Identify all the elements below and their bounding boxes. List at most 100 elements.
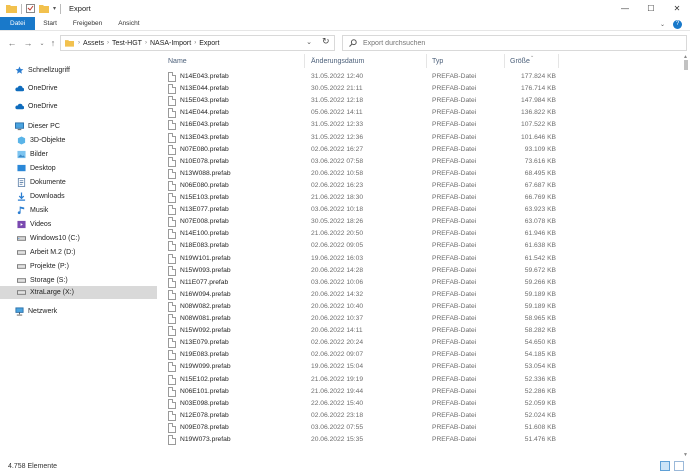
file-row[interactable]: N13E044.prefab 30.05.2022 21:11 PREFAB-Dat… [160, 83, 690, 95]
nav-item-downloads[interactable]: Downloads [0, 190, 157, 203]
nav-item-quick-access[interactable]: Schnellzugriff [0, 64, 157, 77]
file-row[interactable]: N13E079.prefab 02.06.2022 20:24 PREFAB-Dat… [160, 337, 690, 349]
scrollbar-thumb[interactable] [684, 60, 688, 70]
tab-home[interactable]: Start [35, 17, 65, 30]
file-row[interactable]: N15E102.prefab 21.06.2022 19:19 PREFAB-Dat… [160, 374, 690, 386]
column-header-name[interactable]: Name [168, 58, 187, 65]
file-row[interactable]: N18E083.prefab 02.06.2022 09:05 PREFAB-Dat… [160, 240, 690, 252]
file-row[interactable]: N08W081.prefab 20.06.2022 10:37 PREFAB-Dat… [160, 313, 690, 325]
file-row[interactable]: N06E080.prefab 02.06.2022 16:23 PREFAB-Dat… [160, 180, 690, 192]
column-divider[interactable] [304, 54, 305, 68]
file-name: N15W092.prefab [180, 327, 231, 335]
forward-button[interactable]: → [21, 36, 35, 50]
search-input[interactable] [363, 39, 663, 47]
nav-item-onedrive-2[interactable]: OneDrive [0, 100, 157, 113]
address-bar[interactable]: › Assets › Test-HGT › NASA-Import › Expo… [60, 35, 335, 51]
nav-item-network[interactable]: Netzwerk [0, 305, 157, 318]
breadcrumb-export[interactable]: Export [199, 40, 219, 47]
nav-item-documents[interactable]: Dokumente [0, 176, 157, 189]
chevron-right-icon[interactable]: › [78, 40, 80, 46]
details-view-button[interactable] [660, 461, 670, 471]
tab-share[interactable]: Freigeben [65, 17, 110, 30]
column-header-size[interactable]: Größe [510, 58, 530, 65]
file-list: Name Änderungsdatum Typ Größe ⌄ N14E043.… [160, 53, 690, 458]
file-name: N08W082.prefab [180, 302, 231, 310]
breadcrumb-nasa-import[interactable]: NASA-Import [150, 40, 191, 47]
up-button[interactable]: ↑ [46, 36, 60, 50]
nav-item-drive-c[interactable]: Windows10 (C:) [0, 232, 157, 245]
file-row[interactable]: N09E078.prefab 03.06.2022 07:55 PREFAB-Dat… [160, 422, 690, 434]
vertical-scrollbar[interactable]: ▲ ▼ [682, 54, 690, 458]
help-icon[interactable]: ? [673, 19, 682, 29]
column-divider[interactable] [558, 54, 559, 68]
file-row[interactable]: N13E043.prefab 31.05.2022 12:36 PREFAB-Dat… [160, 132, 690, 144]
file-row[interactable]: N19W099.prefab 19.06.2022 15:04 PREFAB-Dat… [160, 361, 690, 373]
nav-item-onedrive[interactable]: OneDrive [0, 82, 157, 95]
file-row[interactable]: N14E043.prefab 31.05.2022 12:40 PREFAB-Dat… [160, 71, 690, 83]
nav-label: Dieser PC [28, 123, 60, 130]
nav-item-this-pc[interactable]: Dieser PC [0, 120, 157, 133]
chevron-right-icon[interactable]: › [145, 40, 147, 46]
file-row[interactable]: N15E103.prefab 21.06.2022 18:30 PREFAB-Dat… [160, 192, 690, 204]
close-button[interactable]: ✕ [664, 0, 690, 17]
refresh-button[interactable]: ↻ [322, 36, 330, 47]
expand-ribbon-icon[interactable]: ⌄ [660, 21, 665, 28]
file-row[interactable]: N07E008.prefab 30.05.2022 18:26 PREFAB-Dat… [160, 216, 690, 228]
file-row[interactable]: N14E044.prefab 05.06.2022 14:11 PREFAB-Dat… [160, 107, 690, 119]
nav-item-drive-p[interactable]: Projekte (P:) [0, 260, 157, 273]
breadcrumb-assets[interactable]: Assets [83, 40, 104, 47]
new-folder-icon[interactable] [39, 4, 49, 13]
nav-item-drive-x[interactable]: XtraLarge (X:) [0, 286, 157, 299]
column-header-type[interactable]: Typ [432, 58, 443, 65]
nav-item-desktop[interactable]: Desktop [0, 162, 157, 175]
customize-dropdown-icon[interactable]: ▾ [53, 5, 56, 12]
file-row[interactable]: N19W073.prefab 20.06.2022 15:35 PREFAB-Dat… [160, 434, 690, 446]
address-dropdown-icon[interactable]: ⌄ [306, 38, 312, 46]
file-row[interactable]: N13W088.prefab 20.06.2022 10:58 PREFAB-Dat… [160, 168, 690, 180]
nav-item-music[interactable]: Musik [0, 204, 157, 217]
file-row[interactable]: N10E078.prefab 03.06.2022 07:58 PREFAB-Dat… [160, 156, 690, 168]
chevron-right-icon[interactable]: › [107, 40, 109, 46]
large-icons-view-button[interactable] [674, 461, 684, 471]
properties-icon[interactable] [26, 4, 35, 13]
column-divider[interactable] [504, 54, 505, 68]
file-type: PREFAB-Datei [432, 254, 477, 262]
file-size: 147.984 KB [521, 97, 556, 105]
file-row[interactable]: N19W101.prefab 19.06.2022 16:03 PREFAB-Dat… [160, 253, 690, 265]
file-row[interactable]: N15E043.prefab 31.05.2022 12:18 PREFAB-Dat… [160, 95, 690, 107]
file-row[interactable]: N15W092.prefab 20.06.2022 14:11 PREFAB-Dat… [160, 325, 690, 337]
chevron-right-icon[interactable]: › [194, 40, 196, 46]
file-row[interactable]: N16W094.prefab 20.06.2022 14:32 PREFAB-Dat… [160, 289, 690, 301]
breadcrumb-test-hgt[interactable]: Test-HGT [112, 40, 142, 47]
maximize-button[interactable]: ☐ [638, 0, 664, 17]
nav-item-pictures[interactable]: Bilder [0, 148, 157, 161]
file-row[interactable]: N15W093.prefab 20.06.2022 14:28 PREFAB-Dat… [160, 265, 690, 277]
file-row[interactable]: N07E080.prefab 02.06.2022 16:27 PREFAB-Dat… [160, 144, 690, 156]
nav-item-videos[interactable]: Videos [0, 218, 157, 231]
minimize-button[interactable]: — [612, 0, 638, 17]
nav-item-drive-d[interactable]: Arbeit M.2 (D:) [0, 246, 157, 259]
file-icon [168, 326, 176, 337]
column-divider[interactable] [426, 54, 427, 68]
back-button[interactable]: ← [5, 36, 19, 50]
search-box[interactable] [342, 35, 687, 51]
file-row[interactable]: N06E101.prefab 21.06.2022 19:44 PREFAB-Dat… [160, 386, 690, 398]
file-row[interactable]: N12E078.prefab 02.06.2022 23:18 PREFAB-Dat… [160, 410, 690, 422]
file-row[interactable]: N13E077.prefab 03.06.2022 10:18 PREFAB-Dat… [160, 204, 690, 216]
file-row[interactable]: N14E100.prefab 21.06.2022 20:50 PREFAB-Dat… [160, 228, 690, 240]
divider [60, 3, 62, 14]
tab-file[interactable]: Datei [0, 17, 36, 30]
music-icon [17, 206, 25, 215]
file-row[interactable]: N16E043.prefab 31.05.2022 12:33 PREFAB-Dat… [160, 119, 690, 131]
nav-item-3d-objects[interactable]: 3D-Objekte [0, 134, 157, 147]
file-size: 136.822 KB [521, 109, 556, 117]
file-row[interactable]: N19E083.prefab 02.06.2022 09:07 PREFAB-Dat… [160, 349, 690, 361]
file-row[interactable]: N08W082.prefab 20.06.2022 10:40 PREFAB-Dat… [160, 301, 690, 313]
file-row[interactable]: N11E077.prefab 03.06.2022 10:06 PREFAB-Dat… [160, 277, 690, 289]
drive-icon [17, 290, 26, 295]
file-size: 51.608 KB [524, 423, 556, 431]
column-header-date[interactable]: Änderungsdatum [311, 58, 364, 65]
file-row[interactable]: N03E098.prefab 22.06.2022 15:40 PREFAB-Dat… [160, 398, 690, 410]
file-date: 20.06.2022 14:32 [311, 290, 364, 298]
tab-view[interactable]: Ansicht [110, 17, 147, 30]
